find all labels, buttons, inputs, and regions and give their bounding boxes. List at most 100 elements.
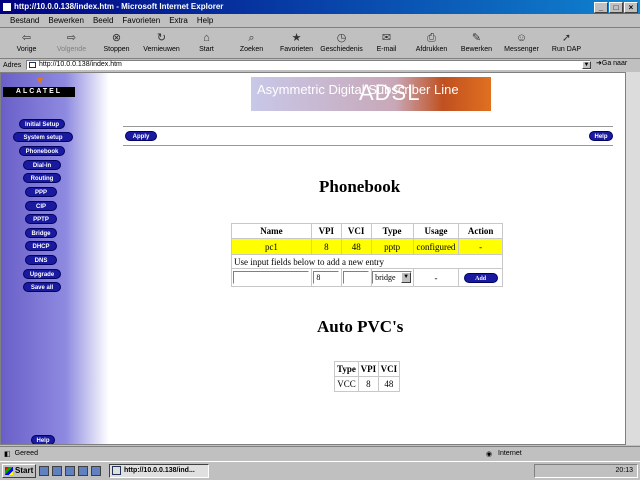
apply-button[interactable]: Apply [125,131,157,141]
mail-button[interactable]: ✉ E-mail [364,29,409,58]
address-input[interactable]: http://10.0.0.138/index.htm [26,60,591,70]
nav-dns[interactable]: DNS [25,255,57,265]
quicklaunch-channels-icon[interactable] [78,466,88,476]
ie-page-icon [112,466,121,475]
internet-zone: Internet [498,450,522,457]
quicklaunch-desktop-icon[interactable] [65,466,75,476]
home-button[interactable]: ⌂ Start [184,29,229,58]
cell-type: VCC [334,376,359,392]
cell-name: pc1 [231,238,312,255]
chevron-down-icon[interactable]: ▼ [401,272,412,283]
nav-pptp[interactable]: PPTP [25,214,57,224]
col-vpi: VPI [357,361,379,377]
refresh-icon: ↻ [156,32,167,44]
search-button[interactable]: ⌕ Zoeken [229,29,274,58]
menu-bewerken[interactable]: Bewerken [48,16,84,25]
menu-favorieten[interactable]: Favorieten [122,16,160,25]
page-icon [29,62,36,68]
nav-initial-setup[interactable]: Initial Setup [19,119,65,129]
menu-help[interactable]: Help [197,16,213,25]
close-button[interactable]: × [624,2,638,13]
col-type: Type [370,223,414,239]
messenger-icon: ☺ [515,32,528,44]
new-vci-cell [340,268,372,287]
ie-app-icon[interactable] [2,2,12,12]
quicklaunch-ie-icon[interactable] [39,466,49,476]
add-entry-hint: Use input fields below to add a new entr… [231,254,503,269]
new-name-input[interactable] [233,271,310,284]
help-button[interactable]: Help [589,131,613,141]
start-button[interactable]: Start [2,464,36,478]
col-action: Action [458,223,503,239]
col-type: Type [334,361,359,377]
menu-bar: Bestand Bewerken Beeld Favorieten Extra … [0,14,640,28]
nav-ppp[interactable]: PPP [25,187,57,197]
messenger-button[interactable]: ☺ Messenger [499,29,544,58]
edit-icon: ✎ [471,32,482,44]
cell-vpi: 8 [310,238,342,255]
status-bar: ◧ Gereed ◉ Internet [0,446,640,460]
nav-routing[interactable]: Routing [23,173,61,183]
nav-upgrade[interactable]: Upgrade [23,269,61,279]
col-vci: VCI [340,223,372,239]
cell-vci: 48 [340,238,372,255]
nav-save-all[interactable]: Save all [23,282,61,292]
menu-beeld[interactable]: Beeld [93,16,113,25]
stop-button[interactable]: ⊗ Stoppen [94,29,139,58]
vertical-scrollbar[interactable] [626,72,640,445]
run-dap-button[interactable]: ➚ Run DAP [544,29,589,58]
add-button[interactable]: Add [463,273,498,283]
go-button[interactable]: ➜Ga naar [596,59,627,67]
maximize-button[interactable]: □ [609,2,623,13]
nav-system-setup[interactable]: System setup [13,132,73,142]
minimize-button[interactable]: _ [594,2,608,13]
cell-vci: 48 [377,376,401,392]
mail-icon: ✉ [381,32,392,44]
new-vci-input[interactable] [343,271,370,284]
title-bar: http://10.0.0.138/index.htm - Microsoft … [0,0,640,14]
nav-phonebook[interactable]: Phonebook [19,146,65,156]
nav-dhcp[interactable]: DHCP [25,241,57,251]
status-text: Gereed [14,450,38,457]
favorites-button[interactable]: ★ Favorieten [274,29,319,58]
address-dropdown-icon[interactable]: ▼ [582,61,591,69]
new-vpi-input[interactable]: 8 [313,271,340,284]
print-icon: ⎙ [427,32,436,44]
new-entry-row: 8 bridge ▼ - Add [231,268,503,287]
page-done-icon: ◧ [4,450,11,458]
adsl-logo: ADSL [359,80,421,105]
phonebook-title: Phonebook [319,177,401,196]
search-icon: ⌕ [248,32,255,44]
col-name: Name [231,223,312,239]
taskbar-ie-window[interactable]: http://10.0.0.138/ind... [109,464,209,478]
menu-bestand[interactable]: Bestand [10,16,39,25]
new-type-select[interactable]: bridge ▼ [372,271,413,284]
forward-icon: ⇨ [66,32,77,44]
col-usage: Usage [412,223,460,239]
history-button[interactable]: ◷ Geschiedenis [319,29,364,58]
table-row: VCC 8 48 [334,376,401,392]
quicklaunch-media-icon[interactable] [91,466,101,476]
new-name-cell [231,268,312,287]
table-row[interactable]: pc1 8 48 pptp configured - [231,238,503,255]
clock: 20:13 [615,467,633,474]
stop-icon: ⊗ [111,32,122,44]
internet-zone-icon: ◉ [486,450,493,458]
print-button[interactable]: ⎙ Afdrukken [409,29,454,58]
favorites-icon: ★ [291,32,302,44]
nav-cip[interactable]: CIP [25,201,57,211]
cell-action[interactable]: - [458,238,503,255]
nav-bridge[interactable]: Bridge [25,228,57,238]
quicklaunch-outlook-icon[interactable] [52,466,62,476]
history-icon: ◷ [336,32,347,44]
nav-dial-in[interactable]: Dial-in [23,160,61,170]
nav-help-button[interactable]: Help [31,435,55,444]
edit-button[interactable]: ✎ Bewerken [454,29,499,58]
banner-text: Asymmetric Digital Subscriber Line [257,82,459,97]
menu-extra[interactable]: Extra [169,16,188,25]
system-tray: 20:13 [534,464,638,478]
new-usage-cell: - [412,268,460,287]
forward-button[interactable]: ⇨ Volgende [49,29,94,58]
refresh-button[interactable]: ↻ Vernieuwen [139,29,184,58]
back-button[interactable]: ⇦ Vorige [4,29,49,58]
